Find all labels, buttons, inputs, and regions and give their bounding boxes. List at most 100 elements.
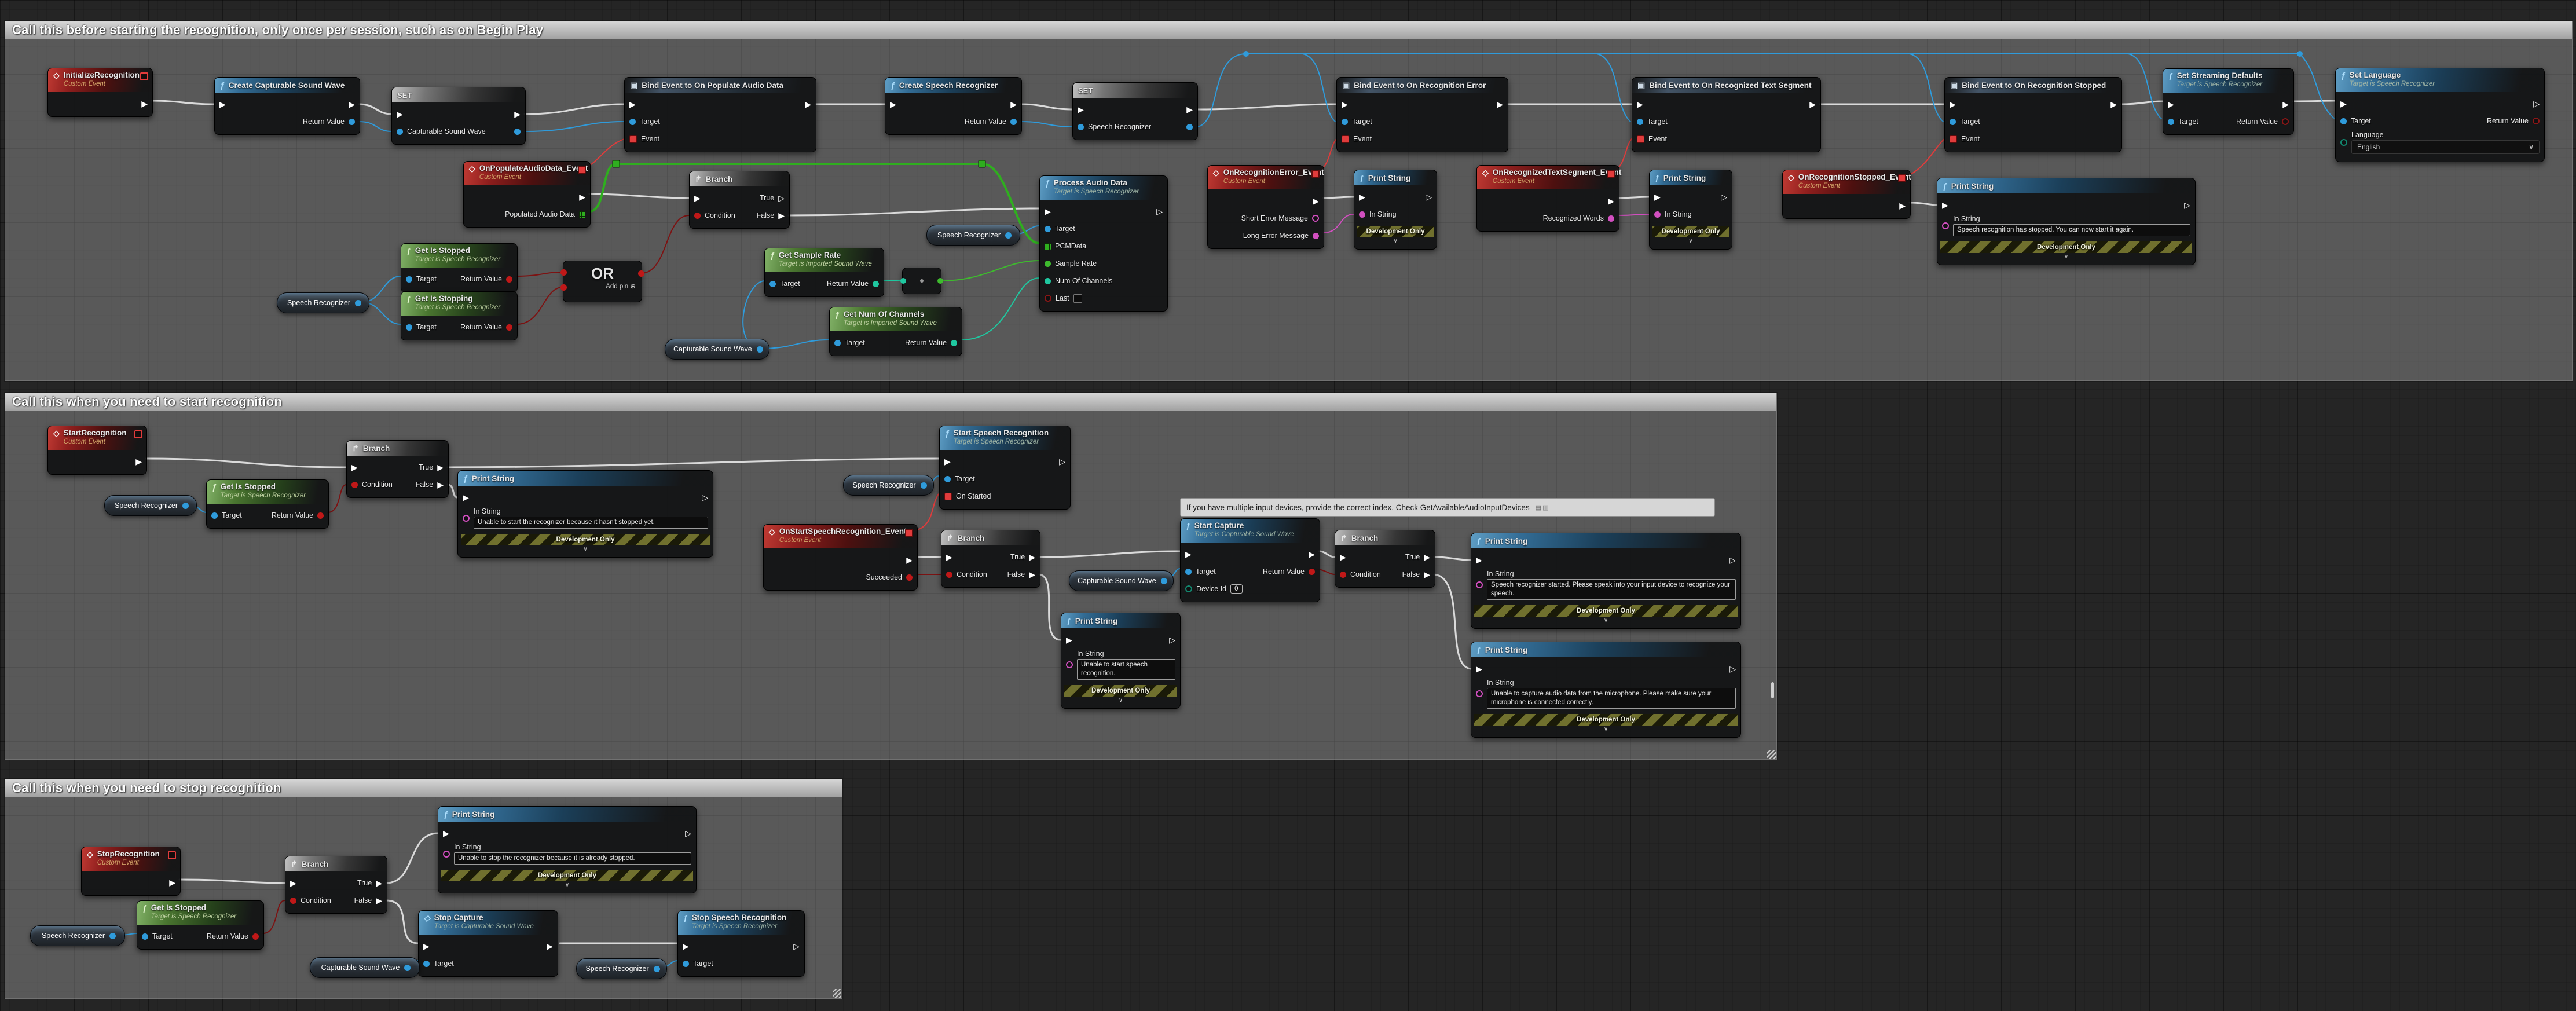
string-value-field[interactable]: Speech recognition has stopped. You can …	[1953, 224, 2190, 236]
on-recognized-text-segment-event[interactable]: ◇OnRecognizedTextSegment_EventCustom Eve…	[1476, 165, 1619, 232]
on-recognition-stopped-event[interactable]: ◇OnRecognitionStopped_EventCustom Event▶	[1782, 170, 1911, 219]
exec-pin[interactable]: ▷	[2184, 201, 2190, 209]
exec-pin[interactable]: ▶	[547, 942, 553, 950]
on-recognition-error-event[interactable]: ◇OnRecognitionError_EventCustom Event▶Sh…	[1207, 165, 1324, 249]
variable-get-speech-recognizer[interactable]: Speech Recognizer	[576, 958, 667, 979]
process-audio-data[interactable]: ƒProcess Audio DataTarget is Speech Reco…	[1039, 175, 1168, 312]
exec-pin[interactable]: ▶	[1309, 550, 1315, 558]
data-pin[interactable]	[1340, 572, 1346, 578]
string-value-field[interactable]: Unable to start speech recognition.	[1077, 659, 1175, 680]
exec-pin[interactable]: ▶	[135, 457, 142, 466]
object-output-pin[interactable]	[1161, 578, 1167, 584]
exec-pin[interactable]: ▶	[1476, 665, 1482, 673]
data-pin[interactable]	[317, 512, 324, 519]
branch-stop[interactable]: ↱Branch▶True▶ConditionFalse▶	[285, 856, 387, 914]
exec-pin[interactable]: ▶	[683, 942, 689, 950]
exec-pin[interactable]: ▷	[1156, 207, 1163, 215]
object-output-pin[interactable]	[182, 503, 189, 509]
language-dropdown[interactable]: English∨	[2351, 140, 2540, 154]
advanced-view-chevron-icon[interactable]: ∨	[1471, 726, 1740, 733]
exec-pin[interactable]: ▶	[579, 193, 585, 201]
data-pin[interactable]	[1045, 261, 1051, 267]
comment-title[interactable]: Call this when you need to stop recognit…	[5, 779, 842, 797]
blueprint-graph-canvas[interactable]: Call this before starting the recognitio…	[0, 0, 2576, 1011]
data-pin[interactable]	[1186, 124, 1193, 130]
exec-pin[interactable]: ▷	[702, 493, 708, 501]
string-value-field[interactable]: Unable to capture audio data from the mi…	[1487, 688, 1736, 709]
create-speech-recognizer[interactable]: ƒCreate Speech Recognizer▶▶Return Value	[885, 77, 1022, 135]
data-pin[interactable]	[1045, 226, 1051, 232]
exec-pin[interactable]: ▶	[946, 553, 952, 561]
data-pin[interactable]	[211, 512, 218, 519]
exec-pin[interactable]: ▶	[1078, 105, 1084, 113]
string-value-field[interactable]: Speech recognizer started. Please speak …	[1487, 579, 1736, 600]
string-input-pin[interactable]	[1066, 661, 1073, 668]
get-is-stopped-3[interactable]: ƒGet Is StoppedTarget is Speech Recogniz…	[137, 900, 264, 950]
data-pin[interactable]	[2168, 119, 2174, 125]
exec-pin[interactable]: ▶	[2110, 100, 2117, 108]
string-input-pin[interactable]	[463, 515, 470, 522]
delegate-output-pin[interactable]	[134, 430, 142, 438]
exec-pin[interactable]: ▶	[423, 942, 430, 950]
advanced-view-chevron-icon[interactable]: ∨	[1650, 238, 1732, 245]
exec-pin[interactable]: ▶	[2340, 100, 2347, 108]
exec-pin[interactable]: ▶	[1185, 550, 1192, 558]
exec-pin[interactable]: ▶	[376, 879, 382, 887]
exec-pin[interactable]: ▷	[1729, 556, 1736, 564]
exec-pin[interactable]: ▶	[437, 463, 444, 471]
exec-pin[interactable]: ▶	[1342, 100, 1348, 108]
exec-pin[interactable]: ▶	[463, 493, 469, 501]
variable-get-speech-recognizer[interactable]: Speech Recognizer	[843, 475, 934, 496]
branch-populate[interactable]: ↱Branch▶True▷ConditionFalse▶	[689, 171, 790, 229]
advanced-view-chevron-icon[interactable]: ∨	[1061, 697, 1180, 704]
exec-pin[interactable]: ▶	[397, 110, 403, 118]
delegate-pin[interactable]	[944, 493, 952, 500]
bind-event-on-recognition-error[interactable]: ▣Bind Event to On Recognition Error▶▶Tar…	[1336, 77, 1508, 152]
exec-pin[interactable]: ▷	[2533, 100, 2540, 108]
object-output-pin[interactable]	[654, 966, 660, 972]
or-node[interactable]: OR Add pin ⊕	[563, 261, 642, 302]
exec-pin[interactable]: ▶	[1497, 100, 1503, 108]
node-comment-bubble[interactable]: If you have multiple input devices, prov…	[1180, 498, 1715, 517]
print-string-not-stopped[interactable]: ƒPrint String▶▷ In String Unable to star…	[457, 470, 713, 558]
exec-pin[interactable]: ▶	[1359, 193, 1365, 201]
advanced-view-chevron-icon[interactable]: ∨	[458, 546, 713, 553]
data-pin[interactable]	[1608, 215, 1614, 222]
exec-pin[interactable]: ▷	[1169, 636, 1175, 644]
bool-input-pin[interactable]	[560, 284, 567, 291]
exec-pin[interactable]: ▶	[437, 481, 444, 489]
set-capturable-sound-wave[interactable]: SET▶▶Capturable Sound Wave	[391, 87, 526, 145]
data-pin[interactable]	[290, 898, 296, 904]
exec-pin[interactable]: ▶	[1950, 100, 1956, 108]
data-pin[interactable]	[506, 276, 512, 283]
comment-pin-icon[interactable]: ▤▥	[1536, 504, 1550, 511]
start-recognition-event[interactable]: ◇StartRecognitionCustom Event▶	[47, 426, 147, 475]
data-pin[interactable]	[1185, 569, 1192, 575]
variable-get-speech-recognizer[interactable]: Speech Recognizer	[926, 225, 1020, 246]
exec-pin[interactable]: ▶	[1010, 100, 1017, 108]
start-capture[interactable]: ƒStart CaptureTarget is Capturable Sound…	[1180, 518, 1320, 602]
data-pin[interactable]	[1342, 119, 1348, 125]
delegate-output-pin[interactable]	[168, 851, 176, 859]
bind-event-on-populate-audio-data[interactable]: ▣Bind Event to On Populate Audio Data▶▶T…	[624, 77, 816, 152]
delegate-output-pin[interactable]	[1898, 174, 1906, 182]
add-pin-button[interactable]: Add pin ⊕	[563, 282, 642, 290]
exec-pin[interactable]: ▶	[778, 211, 785, 219]
data-pin[interactable]	[1654, 211, 1661, 218]
bool-output-pin[interactable]	[638, 270, 644, 277]
get-is-stopping[interactable]: ƒGet Is StoppingTarget is Speech Recogni…	[401, 291, 518, 340]
exec-pin[interactable]: ▶	[514, 110, 521, 118]
advanced-view-chevron-icon[interactable]: ∨	[1937, 254, 2195, 261]
data-pin[interactable]	[1950, 119, 1956, 125]
exec-pin[interactable]: ▶	[443, 829, 449, 837]
data-pin[interactable]	[906, 574, 913, 581]
data-pin[interactable]	[1045, 295, 1051, 302]
exec-pin[interactable]: ▶	[944, 457, 951, 466]
exec-pin[interactable]: ▶	[805, 100, 811, 108]
float-output-pin[interactable]	[937, 278, 943, 284]
data-pin[interactable]	[2340, 118, 2347, 124]
variable-get-capturable-sound-wave[interactable]: Capturable Sound Wave	[1069, 570, 1174, 591]
exec-pin[interactable]: ▶	[1340, 553, 1346, 561]
exec-pin[interactable]: ▷	[685, 829, 691, 837]
data-pin[interactable]	[506, 324, 512, 331]
